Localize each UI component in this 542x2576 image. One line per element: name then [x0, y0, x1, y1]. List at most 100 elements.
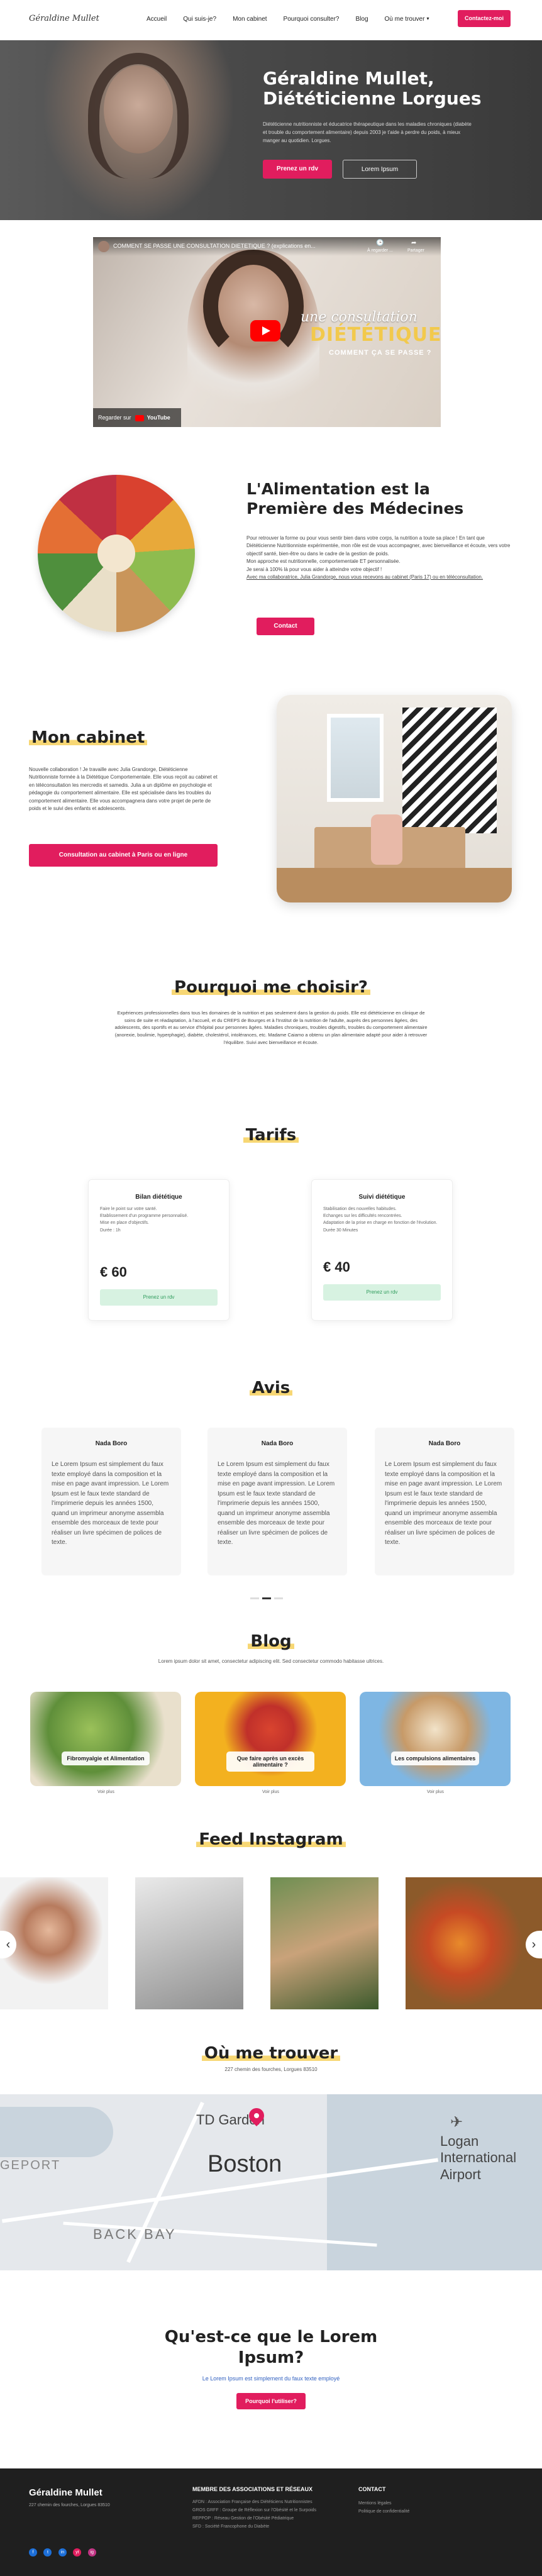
hero-hair — [88, 53, 189, 179]
footer-link[interactable]: Mentions légales — [358, 2501, 484, 2506]
footer-col-title: MEMBRE DES ASSOCIATIONS ET RÉSEAUX — [192, 2486, 313, 2492]
pourquoi-text: Expériences professionnelles dans tous l… — [114, 1010, 428, 1045]
lorem-button[interactable]: Pourquoi l'utiliser? — [236, 2393, 306, 2409]
watch-on-youtube[interactable]: Regarder sur YouTube — [93, 408, 181, 427]
footer-address: 227 chemin des fourches, Lorgues 83510 — [29, 2503, 110, 2507]
instagram-post[interactable] — [270, 1877, 379, 2009]
tarif-details: Stabilisation des nouvelles habitudes. E… — [323, 1207, 438, 1233]
video-hair — [203, 250, 304, 363]
blog-card-exces[interactable]: Que faire après un excès alimentaire ? — [195, 1692, 346, 1786]
nav-pourquoi-consulter[interactable]: Pourquoi consulter? — [284, 16, 340, 23]
footer-link[interactable]: AFDN : Association Française des Diététi… — [192, 2500, 337, 2504]
blog-card-more[interactable]: Voir plus — [97, 1790, 114, 1794]
cabinet-wallpaper — [402, 708, 497, 833]
review-card: Nada Boro Le Lorem Ipsum est simplement … — [41, 1428, 181, 1575]
chevron-down-icon: ▾ — [426, 16, 429, 21]
map-water — [0, 2107, 113, 2157]
blog-card-more[interactable]: Voir plus — [262, 1790, 279, 1794]
footer-link[interactable]: REPPOP : Réseau Gestion de l'Obésité Péd… — [192, 2516, 337, 2521]
review-author: Nada Boro — [261, 1440, 294, 1447]
youtube-icon[interactable]: yt — [73, 2548, 82, 2557]
avis-title: Avis — [0, 1379, 542, 1397]
contact-button[interactable]: Contactez-moi — [458, 10, 511, 27]
nav-qui-suis-je[interactable]: Qui suis-je? — [183, 16, 216, 23]
carousel-dot[interactable] — [250, 1597, 259, 1599]
main-nav: Accueil Qui suis-je? Mon cabinet Pourquo… — [138, 16, 429, 23]
blog-header: Blog Lorem ipsum dolor sit amet, consect… — [0, 1632, 542, 1664]
nav-ou-me-trouver[interactable]: Où me trouver — [385, 16, 425, 23]
blog-card-label: Fibromyalgie et Alimentation — [62, 1752, 150, 1765]
tarif-rdv-button[interactable]: Prenez un rdv — [323, 1284, 441, 1301]
carousel-dot[interactable] — [274, 1597, 283, 1599]
tarifs-title: Tarifs — [0, 1126, 542, 1145]
blog-card-compulsions[interactable]: Les compulsions alimentaires — [360, 1692, 511, 1786]
video-top-bar: COMMENT SE PASSE UNE CONSULTATION DIETET… — [93, 237, 441, 256]
footer-link[interactable]: SFD : Société Francophone du Diabète — [192, 2524, 337, 2529]
youtube-logo-icon — [135, 414, 145, 421]
map-label-city: Boston — [207, 2151, 282, 2177]
tarif-rdv-button[interactable]: Prenez un rdv — [100, 1289, 218, 1306]
contact-section-button[interactable]: Contact — [257, 618, 314, 635]
blog-card-label: Les compulsions alimentaires — [391, 1752, 479, 1765]
nav-blog[interactable]: Blog — [356, 16, 368, 23]
instagram-post[interactable] — [406, 1877, 542, 2009]
plate-center — [97, 535, 135, 572]
footer-col-associations: MEMBRE DES ASSOCIATIONS ET RÉSEAUX AFDN … — [192, 2486, 337, 2533]
hero-title: Géraldine Mullet, Diététicienne Lorgues — [263, 68, 482, 109]
location-map[interactable]: TD Garden Boston GEPORT BACK BAY ✈ Logan… — [0, 2094, 542, 2270]
lorem-title: Qu'est-ce que le Lorem Ipsum? — [164, 2328, 378, 2367]
instagram-icon[interactable]: ig — [87, 2548, 96, 2557]
hero-section: Géraldine Mullet, Diététicienne Lorgues … — [0, 40, 542, 220]
youtube-video[interactable]: COMMENT SE PASSE UNE CONSULTATION DIETET… — [93, 237, 441, 427]
play-button-icon[interactable] — [250, 320, 280, 341]
pourquoi-section: Pourquoi me choisir? Expériences profess… — [0, 978, 542, 1046]
cabinet-title: Mon cabinet — [29, 728, 148, 747]
instagram-header: Feed Instagram — [0, 1830, 542, 1849]
carousel-dot-active[interactable] — [262, 1597, 271, 1599]
watch-label: Regarder sur — [98, 414, 131, 421]
share-label: Partager — [407, 248, 424, 253]
review-card: Nada Boro Le Lorem Ipsum est simplement … — [207, 1428, 347, 1575]
logo[interactable]: Géraldine Mullet — [29, 14, 99, 23]
map-label-airport: Logan International Airport — [440, 2133, 517, 2182]
cabinet-window — [327, 714, 384, 802]
hero-secondary-button[interactable]: Lorem Ipsum — [343, 160, 417, 179]
watch-later-icon[interactable]: 🕒 — [376, 240, 384, 247]
tarif-details: Faire le point sur votre santé. Etabliss… — [100, 1207, 189, 1233]
nav-mon-cabinet[interactable]: Mon cabinet — [233, 16, 267, 23]
cabinet-consult-button[interactable]: Consultation au cabinet à Paris ou en li… — [29, 844, 218, 867]
watch-later-label: À regarder ... — [367, 248, 393, 253]
alimentation-title: L'Alimentation est la Première des Médec… — [246, 480, 464, 518]
map-label-district: GEPORT — [0, 2158, 61, 2172]
blog-card-label: Que faire après un excès alimentaire ? — [226, 1752, 314, 1772]
video-overlay-line2: DIÉTÉTIQUE — [310, 324, 441, 346]
blog-card-fibromyalgie[interactable]: Fibromyalgie et Alimentation — [30, 1692, 181, 1786]
map-pin-dot — [253, 2112, 260, 2119]
tarif-price: € 60 — [100, 1263, 127, 1280]
facebook-icon[interactable]: f — [29, 2548, 37, 2557]
tarif-name: Bilan diététique — [135, 1194, 182, 1201]
pourquoi-title: Pourquoi me choisir? — [0, 978, 542, 997]
map-label-bay: BACK BAY — [93, 2226, 177, 2242]
share-icon[interactable]: ➦ — [411, 240, 416, 247]
hero-rdv-button[interactable]: Prenez un rdv — [263, 160, 332, 179]
nav-accueil[interactable]: Accueil — [147, 16, 167, 23]
carousel-dots — [250, 1597, 283, 1599]
food-plate-image — [38, 475, 195, 632]
video-overlay-line1: une consultation — [301, 309, 418, 325]
tarif-price: € 40 — [323, 1258, 350, 1275]
cabinet-photo — [277, 695, 512, 902]
instagram-post[interactable] — [135, 1877, 243, 2009]
youtube-label: YouTube — [147, 414, 170, 421]
review-author: Nada Boro — [95, 1440, 128, 1447]
hero-portrait — [44, 40, 233, 220]
blog-subtitle: Lorem ipsum dolor sit amet, consectetur … — [158, 1658, 384, 1664]
footer-col-contact: CONTACT Mentions légales Politique de co… — [358, 2486, 484, 2518]
blog-card-more[interactable]: Voir plus — [427, 1790, 444, 1794]
twitter-icon[interactable]: t — [43, 2548, 52, 2557]
footer-link[interactable]: GROS GRFF : Groupe de Réflexion sur l'Ob… — [192, 2508, 337, 2512]
footer-link[interactable]: Politique de confidentialité — [358, 2509, 484, 2514]
location-address: 227 chemin des fourches, Lorgues 83510 — [224, 2067, 318, 2072]
linkedin-icon[interactable]: in — [58, 2548, 67, 2557]
review-text: Le Lorem Ipsum est simplement du faux te… — [52, 1461, 169, 1546]
